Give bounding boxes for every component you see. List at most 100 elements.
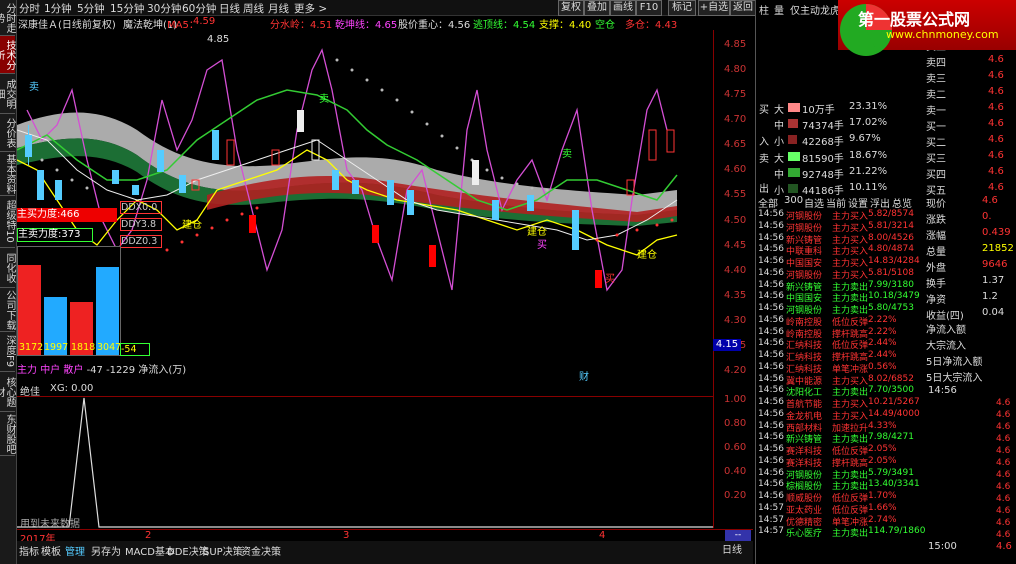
tick-value: 2.74%: [868, 514, 897, 525]
indicator-axis-label: 0.20: [724, 490, 747, 501]
finance-marker: 财: [579, 370, 589, 383]
price-axis-label: 4.40: [724, 264, 747, 276]
left-tab-4[interactable]: 基本资料: [0, 152, 15, 196]
toolbar-mark-button[interactable]: 标记: [668, 0, 696, 16]
tick-time: 14:56: [758, 209, 784, 219]
period-tab-fenshi[interactable]: 分时: [19, 1, 40, 16]
rpanel-tab-1[interactable]: 量: [774, 2, 784, 17]
jiancang-signal-3: 建仓: [637, 248, 657, 261]
bottom-tab-7[interactable]: 资金决策: [239, 543, 283, 558]
tick-time: 14:56: [758, 326, 784, 337]
flow-out-side: 大: [774, 154, 784, 165]
bid-price: 4.6: [988, 166, 1004, 177]
period-tab-15min[interactable]: 15分钟: [110, 1, 144, 16]
qiankun-value: 乾坤线：4.65: [335, 20, 398, 31]
left-tab-7[interactable]: 公司下载: [0, 288, 15, 332]
tick-value: 10.18/3479: [868, 291, 920, 302]
jiancang-signal-2: 建仓: [527, 225, 547, 238]
right-quote-panel: 柱量仅主动龙虎卖五4.6卖四4.6卖三4.6卖二4.6卖一4.6买一4.6买二4…: [755, 0, 1016, 564]
quote-value: 9646: [982, 259, 1008, 270]
panel-right-price: 4.6: [996, 446, 1011, 456]
tick-name[interactable]: 乐心医疗: [786, 526, 822, 539]
current-price-marker: 4.15: [713, 339, 741, 351]
quote-value: 0.: [982, 211, 992, 222]
tick-time: 14:56: [758, 314, 784, 325]
list-tab-5[interactable]: 浮出: [870, 195, 890, 210]
quote-value: 0.04: [982, 307, 1005, 318]
panel-time-1: 14:56: [928, 385, 957, 396]
tick-time: 14:56: [758, 303, 784, 313]
bottom-tab-1[interactable]: 模板: [39, 543, 63, 558]
left-tab-8[interactable]: 深度F9: [0, 332, 15, 372]
price-axis-label: 4.60: [724, 164, 747, 176]
left-tab-0[interactable]: 分时走势: [0, 0, 15, 36]
ddy-value: DDY3.8: [120, 218, 162, 231]
period-tab-1min[interactable]: 1分钟: [44, 1, 72, 16]
signal-indicator-chart[interactable]: [17, 396, 713, 528]
list-tab-6[interactable]: 总览: [892, 195, 912, 210]
left-tab-5[interactable]: 超级特10: [0, 196, 15, 248]
tick-value: 1.66%: [868, 502, 897, 513]
price-axis-label: 4.50: [724, 214, 747, 226]
support-value: 支撑：4.40: [539, 20, 592, 31]
tick-time: 14:56: [758, 491, 784, 501]
period-tab-60min[interactable]: 60分钟: [182, 1, 216, 16]
list-tab-0[interactable]: 全部: [758, 195, 778, 210]
period-tab-30min[interactable]: 30分钟: [147, 1, 181, 16]
legend-main: 主力: [17, 365, 37, 376]
tick-time: 14:56: [758, 444, 784, 454]
rpanel-tab-0[interactable]: 柱: [759, 2, 769, 17]
bottom-tab-0[interactable]: 指标: [17, 543, 41, 558]
watermark-banner: 第一股票公式网 www.chnmoney.com: [838, 0, 1016, 56]
date-scroll-button[interactable]: --: [725, 530, 751, 541]
bottom-tab-2[interactable]: 管理: [63, 543, 87, 558]
left-tab-9[interactable]: 核心题材: [0, 372, 15, 412]
net-flow-value: -54: [120, 343, 150, 356]
left-tab-1[interactable]: 技术分析: [0, 36, 15, 74]
banner-url: www.chnmoney.com: [886, 28, 999, 41]
flow-out-pct: 21.22%: [849, 166, 888, 177]
sell-signal-3: 卖: [562, 148, 572, 160]
period-tab-week[interactable]: 周线: [243, 1, 264, 16]
bottom-tab-3[interactable]: 另存为: [89, 543, 123, 558]
fenshuiling-value: 分水岭：4.51: [270, 20, 333, 31]
toolbar-draw-button[interactable]: 画线: [610, 0, 636, 16]
date-month-2: 2: [145, 530, 152, 541]
left-tab-10[interactable]: 东财股吧: [0, 412, 15, 456]
toolbar-overlay-button[interactable]: 叠加: [584, 0, 610, 16]
tick-time: 14:56: [758, 267, 784, 278]
period-tab-more[interactable]: 更多 >: [294, 1, 327, 16]
panel-right-price: 4.6: [996, 410, 1011, 420]
period-tab-day[interactable]: 日线: [219, 1, 240, 16]
toolbar-f10-button[interactable]: F10: [636, 0, 662, 16]
list-tab-2[interactable]: 自选: [804, 195, 824, 210]
period-tab-5min[interactable]: 5分钟: [77, 1, 105, 16]
flow-out-bar: [788, 152, 800, 161]
ask-price: 4.6: [988, 86, 1004, 97]
tick-value: 2.44%: [868, 338, 897, 349]
tick-time: 14:56: [758, 408, 784, 419]
long-position-value: 多仓：4.43: [625, 20, 678, 31]
tick-signal: 主力卖出: [832, 529, 869, 540]
high-price-label: 4.85: [207, 34, 229, 45]
rpanel-tab-2[interactable]: 仅主动: [790, 2, 820, 17]
bottom-period-label: 日线: [722, 545, 742, 556]
indicator-title: 绝佳: [20, 387, 40, 398]
flow-legend: 主力 中户 散户 -47 -1229 净流入(万): [17, 361, 197, 376]
period-tab-month[interactable]: 月线: [268, 1, 289, 16]
flow-in-bar: [788, 103, 800, 112]
list-tab-1[interactable]: 300: [784, 195, 803, 206]
list-tab-3[interactable]: 当前: [826, 195, 846, 210]
left-tab-2[interactable]: 成交明细: [0, 74, 15, 114]
toolbar-fuquan-button[interactable]: 复权: [558, 0, 584, 16]
tick-time: 14:57: [758, 526, 784, 537]
flow-out-vol: 92748手: [802, 170, 844, 181]
left-tab-3[interactable]: 分价表: [0, 114, 15, 152]
toolbar-add-watch-button[interactable]: +自选: [698, 0, 730, 16]
quote-value: 0.439: [982, 227, 1011, 238]
list-tab-4[interactable]: 设置: [848, 195, 868, 210]
left-tab-6[interactable]: 同化收: [0, 248, 15, 288]
rpanel-tab-3[interactable]: 龙虎: [820, 2, 840, 17]
toolbar-back-button[interactable]: 返回: [730, 0, 756, 16]
ask-price: 4.6: [988, 102, 1004, 113]
